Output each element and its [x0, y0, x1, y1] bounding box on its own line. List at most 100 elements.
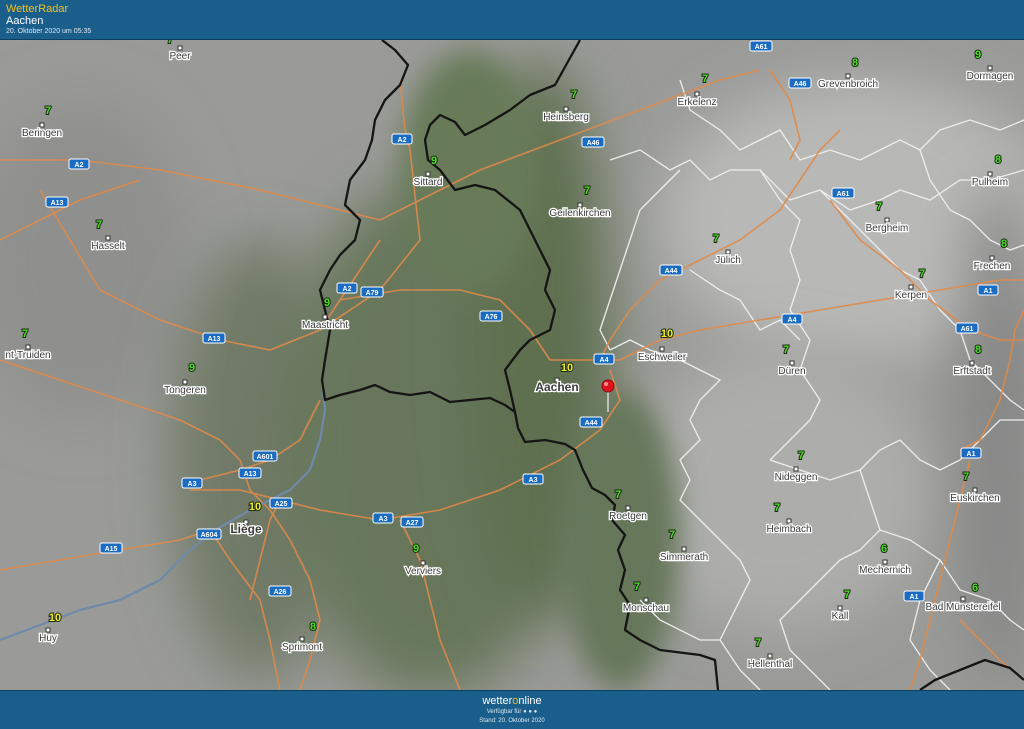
road-shield: A46: [581, 136, 605, 148]
wetteronline-logo[interactable]: wetteronline: [0, 695, 1024, 707]
road-shield: A1: [977, 284, 999, 296]
road-shield: A2: [68, 158, 90, 170]
logo-part: nline: [518, 695, 542, 707]
road-shield-label: A3: [379, 516, 388, 523]
city-name: Jülich: [715, 255, 741, 266]
timestamp: 20. Oktober 2020 um 05:35: [6, 28, 92, 35]
city-name: Huy: [39, 633, 57, 644]
city-dot: [972, 487, 978, 493]
temperature-label: 8: [995, 154, 1001, 166]
temperature-label: 8: [975, 344, 981, 356]
location-title: Aachen: [6, 15, 44, 27]
city-name: Maastricht: [302, 320, 348, 331]
city-dot: [625, 505, 631, 511]
temperature-label: 10: [661, 328, 673, 340]
temperature-label: 7: [876, 201, 882, 213]
city-name: Erftstadt: [953, 366, 990, 377]
road-shield: A79: [360, 286, 384, 298]
temperature-label: 10: [249, 501, 261, 513]
logo-part: wetter: [482, 695, 513, 707]
city-name: Bergheim: [866, 223, 909, 234]
temperature-label: 9: [189, 362, 195, 374]
stand-date: Stand: 20. Oktober 2020: [479, 718, 545, 724]
city-name: Sittard: [414, 177, 443, 188]
road-shield-label: A1: [910, 594, 919, 601]
city-name: Frechen: [974, 261, 1011, 272]
city-name: Kerpen: [895, 290, 927, 301]
city-dot: [884, 217, 890, 223]
road-shield-label: A601: [257, 454, 274, 461]
temperature-label: 6: [972, 582, 978, 594]
pin-icon[interactable]: [601, 379, 615, 393]
city-dot: [837, 605, 843, 611]
city-name: Monschau: [623, 603, 669, 614]
road-shield: A44: [659, 264, 683, 276]
city-dot: [39, 122, 45, 128]
road-shield-label: A46: [794, 81, 807, 88]
city-dot: [563, 106, 569, 112]
temperature-label: 7: [584, 185, 590, 197]
temperature-label: 6: [881, 543, 887, 555]
temperature-label: 7: [45, 105, 51, 117]
road-shield: A601: [252, 450, 278, 462]
city-dot: [105, 235, 111, 241]
header-bar: WetterRadar Aachen 20. Oktober 2020 um 0…: [0, 0, 1024, 40]
road-shield-label: A44: [585, 420, 598, 427]
temperature-label: 8: [852, 57, 858, 69]
city-name: Heimbach: [766, 524, 811, 535]
city-dot: [987, 171, 993, 177]
road-shield: A26: [268, 585, 292, 597]
city-name: Dormagen: [967, 71, 1014, 82]
road-shield: A2: [391, 133, 413, 145]
temperature-label: 7: [774, 502, 780, 514]
road-shield: A61: [831, 187, 855, 199]
city-dot: [322, 314, 328, 320]
temperature-label: 10: [561, 362, 573, 374]
platform-icons: ● ● ●: [523, 709, 538, 715]
city-name: Mechernich: [859, 565, 911, 576]
city-name: Grevenbroich: [818, 79, 878, 90]
city-dot: [694, 91, 700, 97]
city-dot: [425, 171, 431, 177]
temperature-label: 9: [431, 155, 437, 167]
road-shield: A46: [788, 77, 812, 89]
footer-bar: wetteronline Verfügbar für ● ● ● Stand: …: [0, 690, 1024, 729]
road-shield: A1: [960, 447, 982, 459]
road-shield-label: A61: [755, 44, 768, 51]
road-shield-label: A76: [485, 314, 498, 321]
city-dot: [577, 202, 583, 208]
road-shield-label: A2: [398, 137, 407, 144]
road-shield: A13: [45, 196, 69, 208]
city-dot: [299, 636, 305, 642]
map-canvas[interactable]: A61 A46 A2 A46 A61 A2 A13 A44 A79 A2 A76…: [0, 40, 1024, 690]
radar-map[interactable]: A61 A46 A2 A46 A61 A2 A13 A44 A79 A2 A76…: [0, 40, 1024, 690]
temperature-label: 7: [755, 637, 761, 649]
temperature-label: 9: [324, 297, 330, 309]
city-dot: [793, 466, 799, 472]
temperature-label: 8: [310, 621, 316, 633]
city-name: nt-Truiden: [5, 350, 50, 361]
city-name: Düren: [778, 366, 805, 377]
city-name: Verviers: [405, 566, 441, 577]
road-shield-label: A26: [274, 589, 287, 596]
road-shield: A2: [336, 282, 358, 294]
city-name: Heinsberg: [543, 112, 589, 123]
city-name: Aachen: [535, 380, 578, 394]
temperature-label: 9: [413, 543, 419, 555]
city-name: Erkelenz: [678, 97, 717, 108]
road-shield: A61: [749, 40, 773, 52]
road-shield: A604: [196, 528, 222, 540]
road-shield-label: A604: [201, 532, 218, 539]
city-dot: [681, 546, 687, 552]
city-dot: [845, 73, 851, 79]
temperature-label: 7: [571, 89, 577, 101]
road-shield: A25: [269, 497, 293, 509]
road-shield: A3: [522, 473, 544, 485]
city-dot: [177, 45, 183, 51]
city-dot: [882, 559, 888, 565]
city-name: Eschweiler: [638, 352, 687, 363]
temperature-label: 7: [615, 489, 621, 501]
city-name: Pulheim: [972, 177, 1008, 188]
road-shield-label: A1: [967, 451, 976, 458]
road-shield-label: A61: [961, 326, 974, 333]
